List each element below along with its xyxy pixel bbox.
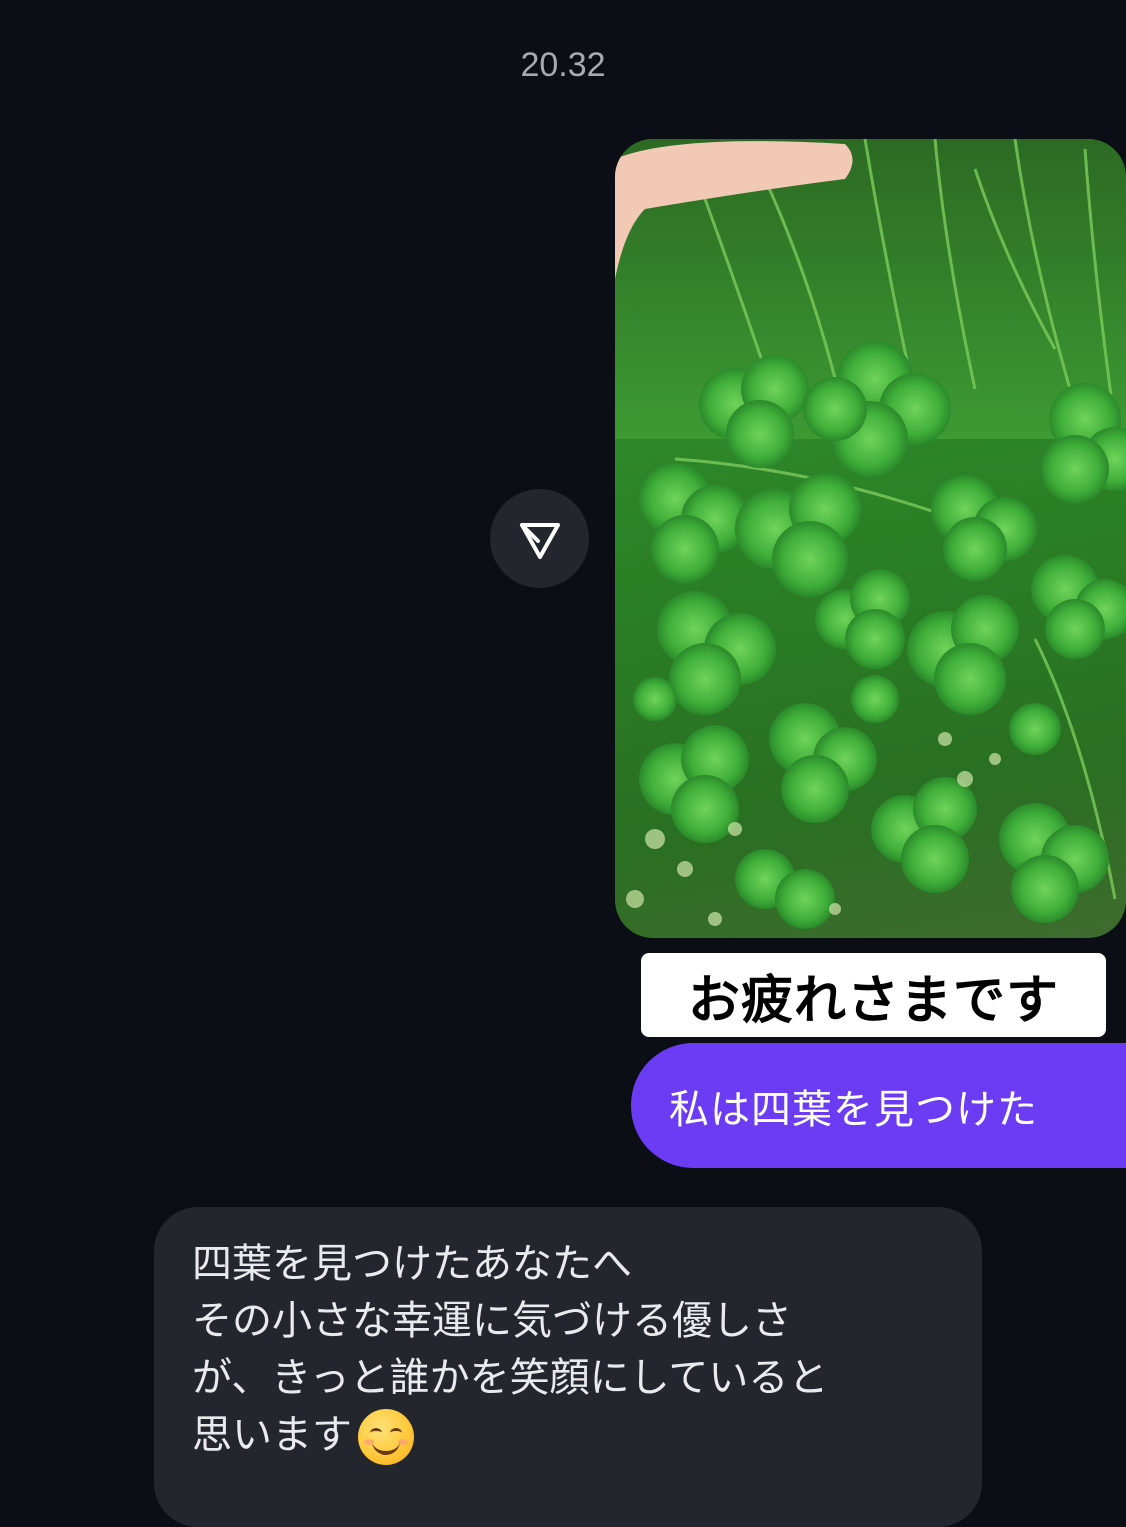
received-line-4: 思います	[192, 1407, 944, 1465]
sent-message-text: 私は四葉を見つけた	[669, 1086, 1038, 1133]
received-line-1: 四葉を見つけたあなたへ	[192, 1241, 632, 1287]
received-line-4-text: 思います	[192, 1412, 352, 1458]
received-message-bubble[interactable]: 四葉を見つけたあなたへ その小さな幸運に気づける優しさ が、きっと誰かを笑顔にし…	[154, 1207, 982, 1527]
clover-photo-image	[615, 139, 1126, 929]
send-icon	[519, 522, 560, 559]
timestamp: 20.32	[520, 46, 606, 84]
photo-caption: お疲れさまです	[641, 953, 1106, 1037]
received-line-3: が、きっと誰かを笑顔にしていると	[192, 1355, 829, 1401]
received-line-2: その小さな幸運に気づける優しさ	[192, 1298, 792, 1344]
sent-photo[interactable]	[615, 139, 1126, 938]
sent-message-bubble[interactable]: 私は四葉を見つけた	[631, 1043, 1126, 1168]
share-button[interactable]	[490, 489, 589, 588]
smiling-face-icon	[358, 1409, 414, 1465]
